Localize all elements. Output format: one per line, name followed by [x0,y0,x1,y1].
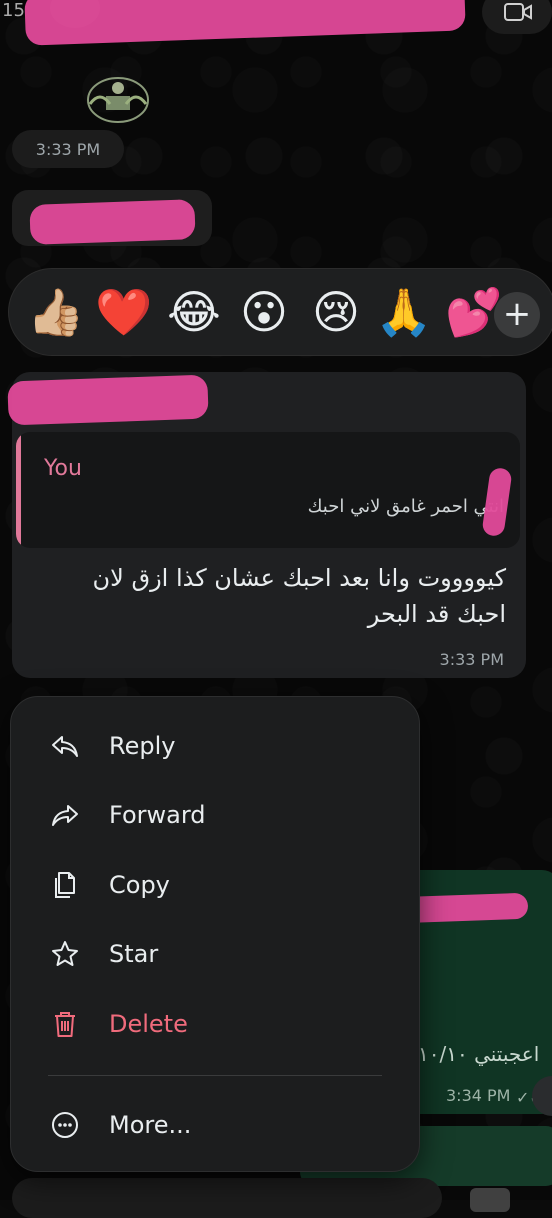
trash-icon [55,1012,75,1037]
emoji-praying[interactable]: 🙏 [374,282,434,342]
emoji-laughing[interactable]: 😂 [164,282,224,342]
unread-count: 15 [2,0,25,21]
quote-author: You [44,456,82,481]
video-call-button[interactable] [482,0,552,34]
video-camera-icon [504,3,532,21]
menu-divider [48,1075,382,1076]
reply-icon [52,736,78,757]
menu-item-label: Reply [109,732,176,760]
emoji-thumbs-up[interactable]: 👍🏼 [26,282,86,342]
menu-item-star[interactable]: Star [10,926,400,982]
star-icon [52,941,78,966]
camera-icon[interactable] [470,1188,510,1212]
menu-item-delete[interactable]: Delete [10,996,400,1052]
emoji-heart[interactable]: ❤️ [94,282,154,342]
redaction-mark [7,374,209,426]
message-input[interactable] [12,1178,442,1218]
sticker-emblem [87,77,149,123]
menu-item-label: Delete [109,1010,188,1038]
quoted-message[interactable] [16,432,520,548]
quote-text: انتي احمر غامق لاني احبك [307,496,504,517]
menu-item-label: Star [109,940,159,968]
redaction-mark [29,199,196,245]
forward-icon [52,805,78,826]
menu-item-more[interactable]: More... [10,1097,400,1153]
message-text: كيووووت وانا بعد احبك عشان كذا ازق لان ا… [92,564,506,628]
emoji-crying[interactable]: 😢 [306,282,366,342]
menu-item-copy[interactable]: Copy [10,857,400,913]
plus-icon: + [502,294,532,334]
quote-accent-bar [16,432,21,548]
menu-item-label: Forward [109,801,206,829]
more-reactions-button[interactable]: + [494,292,540,338]
more-icon [52,1112,78,1138]
menu-item-label: More... [109,1111,192,1139]
menu-item-reply[interactable]: Reply [10,718,400,774]
outgoing-message-time: 3:34 PM [446,1086,511,1105]
menu-item-label: Copy [109,871,170,899]
date-time-label: 3:33 PM [35,139,101,159]
copy-icon [55,872,75,898]
message-time: 3:33 PM [439,650,504,669]
outgoing-message-text: اعجبتني ١٠/١٠ [418,1042,540,1066]
emoji-surprised[interactable]: 😮 [234,282,294,342]
menu-item-forward[interactable]: Forward [10,787,400,843]
date-time-pill: 3:33 PM [12,130,124,168]
